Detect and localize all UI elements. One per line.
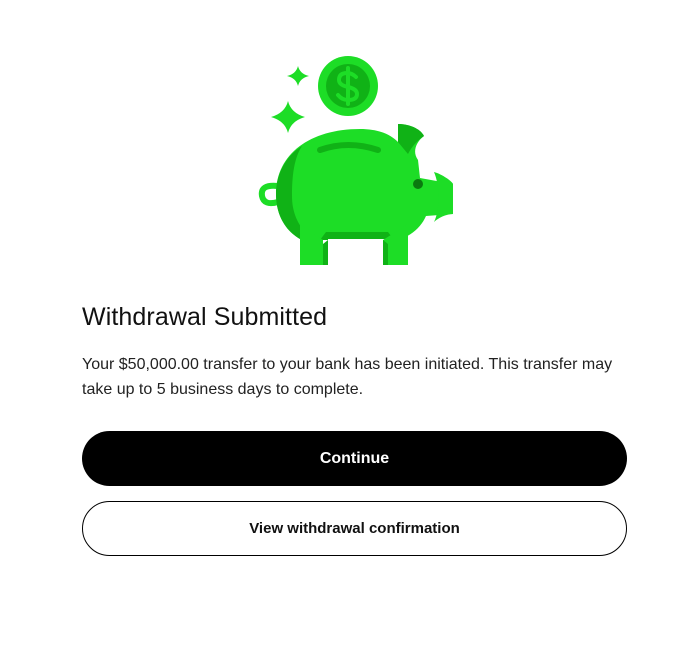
continue-button[interactable]: Continue xyxy=(82,431,627,486)
dialog-message: Your $50,000.00 transfer to your bank ha… xyxy=(82,356,613,398)
dialog-title: Withdrawal Submitted xyxy=(82,303,328,331)
sparkle-large-icon xyxy=(271,101,305,133)
dollar-coin-icon xyxy=(318,56,378,116)
piggy-bank-illustration xyxy=(248,54,458,268)
sparkle-small-icon xyxy=(287,66,309,86)
view-withdrawal-confirmation-button[interactable]: View withdrawal confirmation xyxy=(82,501,627,556)
